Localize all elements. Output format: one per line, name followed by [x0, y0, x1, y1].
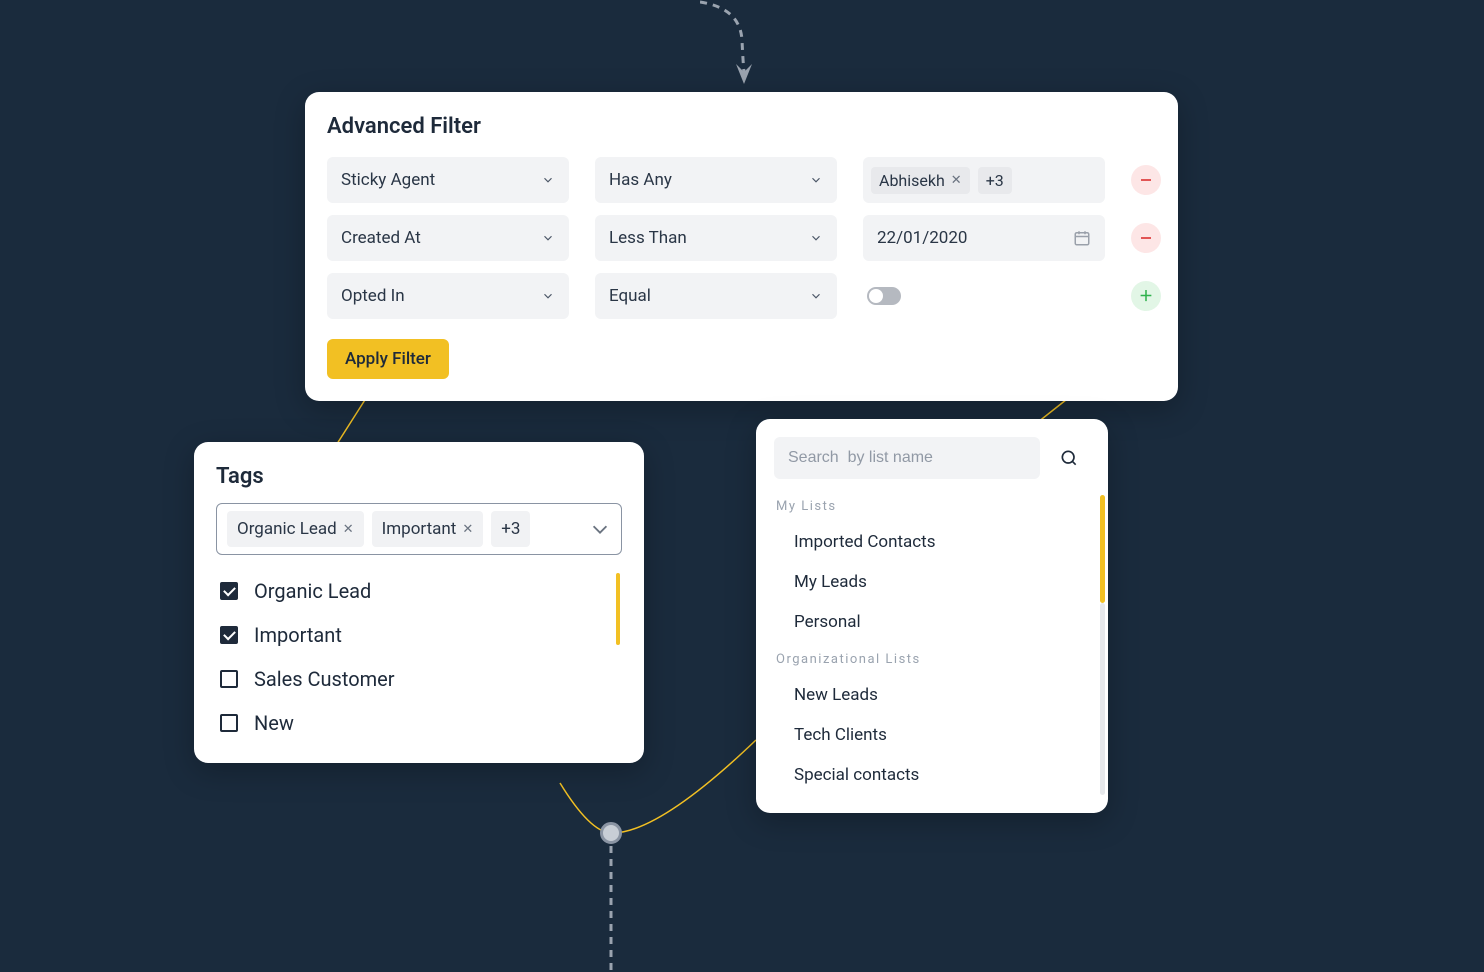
- lists-panel: My Lists Imported Contacts My Leads Pers…: [756, 419, 1108, 813]
- value-chip: Abhisekh ✕: [871, 167, 970, 194]
- list-item[interactable]: Special contacts: [756, 755, 1108, 795]
- checkbox-icon: [220, 670, 238, 688]
- operator-select[interactable]: Has Any: [595, 157, 837, 203]
- tag-option[interactable]: Important: [216, 613, 612, 657]
- tags-panel: Tags Organic Lead ✕ Important ✕ +3 Organ…: [194, 442, 644, 763]
- checkbox-icon: [220, 626, 238, 644]
- search-button[interactable]: [1048, 437, 1090, 479]
- value-toggle[interactable]: [867, 287, 901, 305]
- field-select[interactable]: Sticky Agent: [327, 157, 569, 203]
- checkbox-icon: [220, 582, 238, 600]
- filter-row: Created At Less Than 22/01/2020: [327, 215, 1156, 261]
- chevron-down-icon: [541, 231, 555, 245]
- tag-chip-more: +3: [491, 511, 530, 547]
- operator-select[interactable]: Less Than: [595, 215, 837, 261]
- flow-arrow-top: [700, 0, 800, 90]
- list-item[interactable]: Personal: [756, 602, 1108, 642]
- scrollbar-track: [1100, 603, 1105, 795]
- chevron-down-icon: [589, 518, 611, 540]
- search-input[interactable]: [774, 437, 1040, 479]
- tag-chip: Important ✕: [372, 511, 484, 547]
- list-section-header: Organizational Lists: [756, 648, 1108, 671]
- remove-row-button[interactable]: [1131, 223, 1161, 253]
- filter-row: Opted In Equal ＋: [327, 273, 1156, 319]
- apply-filter-button[interactable]: Apply Filter: [327, 339, 449, 379]
- calendar-icon: [1073, 229, 1091, 247]
- chevron-down-icon: [541, 289, 555, 303]
- flow-node: [600, 822, 622, 844]
- tag-option[interactable]: New: [216, 701, 612, 745]
- tag-option[interactable]: Sales Customer: [216, 657, 612, 701]
- chevron-down-icon: [809, 231, 823, 245]
- list-item[interactable]: My Leads: [756, 562, 1108, 602]
- list-item[interactable]: New Leads: [756, 675, 1108, 715]
- date-input[interactable]: 22/01/2020: [863, 215, 1105, 261]
- tag-option[interactable]: Organic Lead: [216, 569, 612, 613]
- tags-multiselect[interactable]: Organic Lead ✕ Important ✕ +3: [216, 503, 622, 555]
- search-icon: [1059, 448, 1079, 468]
- chip-remove-icon[interactable]: ✕: [462, 522, 473, 537]
- advanced-filter-panel: Advanced Filter Sticky Agent Has Any Abh…: [305, 92, 1178, 401]
- field-select[interactable]: Created At: [327, 215, 569, 261]
- chip-remove-icon[interactable]: ✕: [951, 173, 962, 188]
- chevron-down-icon: [809, 289, 823, 303]
- list-item[interactable]: Tech Clients: [756, 715, 1108, 755]
- operator-select[interactable]: Equal: [595, 273, 837, 319]
- value-chip-more: +3: [978, 167, 1012, 194]
- value-toggle-wrap: [863, 287, 1105, 305]
- list-scroll-area: My Lists Imported Contacts My Leads Pers…: [756, 495, 1108, 795]
- checkbox-icon: [220, 714, 238, 732]
- add-row-button[interactable]: ＋: [1131, 281, 1161, 311]
- value-tag-input[interactable]: Abhisekh ✕ +3: [863, 157, 1105, 203]
- list-item[interactable]: Imported Contacts: [756, 522, 1108, 562]
- remove-row-button[interactable]: [1131, 165, 1161, 195]
- scrollbar-thumb[interactable]: [616, 573, 620, 645]
- search-row: [756, 437, 1108, 479]
- panel-title: Advanced Filter: [327, 114, 1156, 139]
- list-section-header: My Lists: [756, 495, 1108, 518]
- chevron-down-icon: [809, 173, 823, 187]
- filter-row: Sticky Agent Has Any Abhisekh ✕ +3: [327, 157, 1156, 203]
- chip-remove-icon[interactable]: ✕: [343, 522, 354, 537]
- chevron-down-icon: [541, 173, 555, 187]
- panel-title: Tags: [216, 464, 622, 489]
- scrollbar-thumb[interactable]: [1100, 495, 1105, 603]
- field-select[interactable]: Opted In: [327, 273, 569, 319]
- tag-chip: Organic Lead ✕: [227, 511, 364, 547]
- tag-option-list: Organic Lead Important Sales Customer Ne…: [216, 569, 622, 745]
